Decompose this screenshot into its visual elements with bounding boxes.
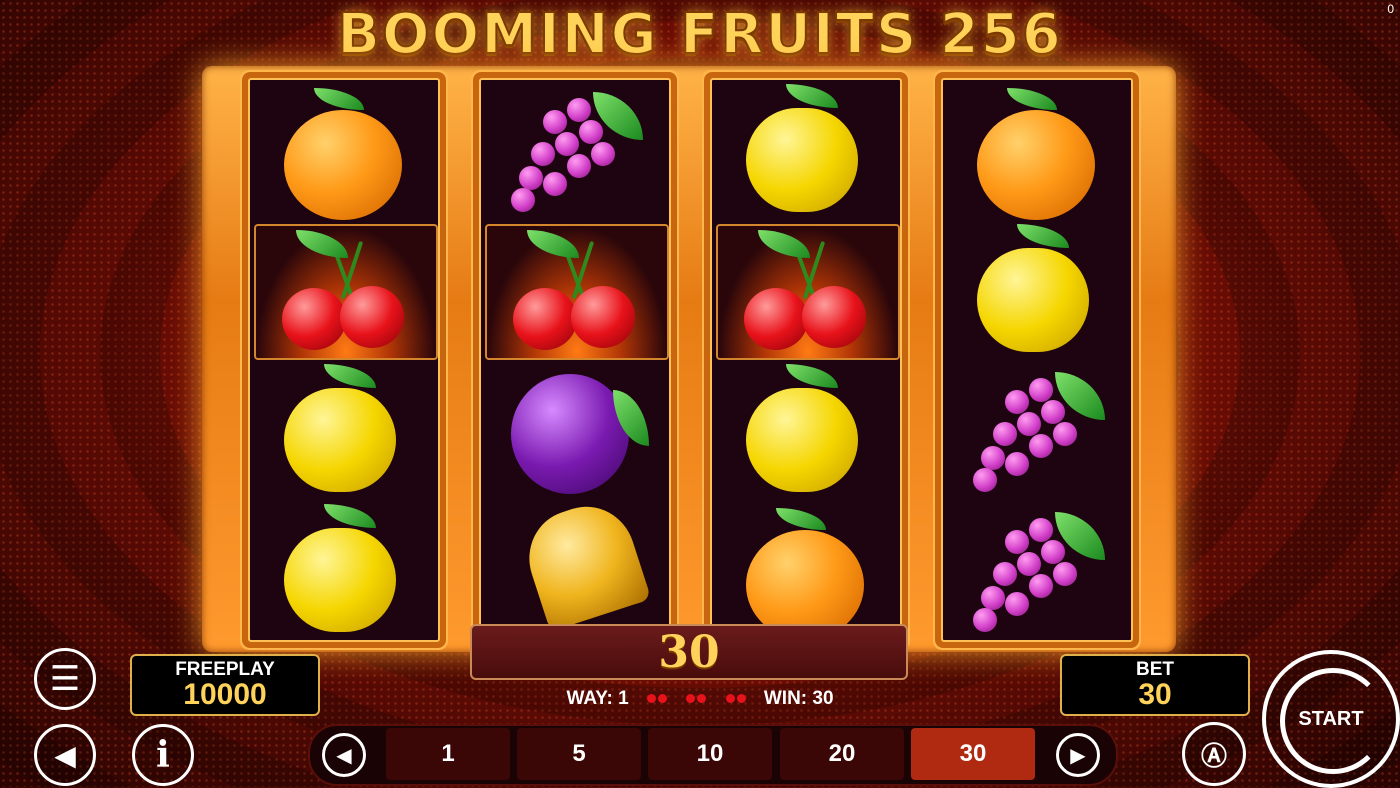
win-amount-display: 30 bbox=[470, 624, 908, 680]
bet-value: 30 bbox=[1138, 678, 1172, 711]
bet-prev-button[interactable]: ◀ bbox=[322, 733, 366, 777]
lemon-icon bbox=[250, 500, 438, 640]
speaker-icon: ◀︎ bbox=[54, 739, 76, 771]
grapes-icon bbox=[943, 360, 1131, 500]
grapes-icon bbox=[481, 80, 669, 220]
info-button[interactable]: i bbox=[132, 724, 194, 786]
freeplay-value: 10000 bbox=[183, 678, 267, 711]
cherry-icon bbox=[725, 688, 747, 709]
reel-3 bbox=[710, 78, 902, 642]
grapes-icon bbox=[943, 500, 1131, 640]
chevron-right-icon: ▶ bbox=[1070, 744, 1086, 767]
lemon-icon bbox=[250, 360, 438, 500]
lemon-icon bbox=[943, 220, 1131, 360]
hamburger-icon: ☰ bbox=[49, 660, 81, 698]
bell-icon bbox=[481, 494, 669, 640]
sound-button[interactable]: ◀︎ bbox=[34, 724, 96, 786]
way-label: WAY: 1 bbox=[566, 688, 629, 709]
lemon-icon bbox=[712, 80, 900, 220]
reel-4 bbox=[941, 78, 1133, 642]
cherry-icon bbox=[685, 688, 707, 709]
cherry-icon bbox=[481, 220, 669, 360]
reel-2 bbox=[479, 78, 671, 642]
chevron-left-icon: ◀ bbox=[336, 744, 352, 767]
menu-button[interactable]: ☰ bbox=[34, 648, 96, 710]
orange-icon bbox=[943, 80, 1131, 220]
bet-option-20[interactable]: 20 bbox=[780, 728, 904, 780]
bet-option-10[interactable]: 10 bbox=[648, 728, 772, 780]
cherry-icon bbox=[646, 688, 668, 709]
cherry-icon bbox=[250, 220, 438, 360]
bet-next-button[interactable]: ▶ bbox=[1056, 733, 1100, 777]
reel-1 bbox=[248, 78, 440, 642]
orange-icon bbox=[712, 500, 900, 640]
bet-option-1[interactable]: 1 bbox=[386, 728, 510, 780]
bet-panel: BET 30 bbox=[1060, 654, 1250, 716]
info-icon: i bbox=[156, 734, 170, 776]
autoplay-button[interactable]: Ⓐ bbox=[1182, 722, 1246, 786]
bet-option-30[interactable]: 30 bbox=[911, 728, 1035, 780]
plum-icon bbox=[481, 360, 669, 500]
start-button[interactable]: START bbox=[1262, 650, 1400, 788]
start-label: START bbox=[1298, 707, 1364, 730]
bet-option-5[interactable]: 5 bbox=[517, 728, 641, 780]
lemon-icon bbox=[712, 360, 900, 500]
game-title: BOOMING FRUITS 256 bbox=[336, 1, 1063, 68]
autoplay-icon: Ⓐ bbox=[1200, 740, 1227, 771]
way-win-label: WIN: 30 bbox=[763, 688, 834, 709]
cherry-icon bbox=[712, 220, 900, 360]
orange-icon bbox=[250, 80, 438, 220]
freeplay-panel: FREEPLAY 10000 bbox=[130, 654, 320, 716]
